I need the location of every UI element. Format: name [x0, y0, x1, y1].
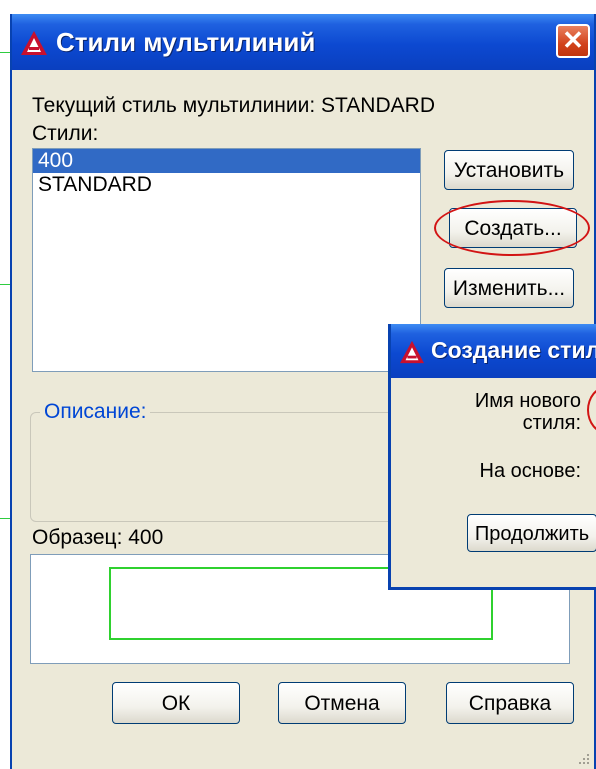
- current-style-label: Текущий стиль мультилинии: STANDARD: [32, 94, 435, 117]
- list-item-400[interactable]: 400: [33, 149, 420, 173]
- set-current-button[interactable]: Установить: [444, 150, 574, 190]
- help-button[interactable]: Справка: [446, 682, 574, 724]
- create-button[interactable]: Создать...: [449, 208, 577, 248]
- ok-button[interactable]: ОК: [112, 682, 240, 724]
- modify-button[interactable]: Изменить...: [444, 268, 574, 308]
- based-on-label: На основе:: [479, 460, 582, 482]
- description-label: Описание:: [40, 400, 151, 424]
- new-style-name-label-line1: Имя нового: [474, 390, 581, 412]
- create-style-dialog: Создание стиля Имя нового стиля: На осно…: [388, 324, 596, 590]
- sub-dialog-title: Создание стиля: [431, 337, 596, 363]
- close-button[interactable]: ✕: [556, 24, 590, 58]
- preview-label: Образец: 400: [32, 526, 164, 549]
- styles-list[interactable]: 400 STANDARD: [32, 148, 421, 372]
- continue-button[interactable]: Продолжить: [467, 514, 596, 552]
- autocad-logo-icon: [21, 31, 47, 55]
- dialog-title: Стили мультилиний: [56, 27, 316, 57]
- list-item-standard[interactable]: STANDARD: [33, 173, 420, 197]
- cancel-button[interactable]: Отмена: [278, 682, 406, 724]
- sub-dialog-titlebar[interactable]: Создание стиля: [391, 324, 596, 378]
- dialog-titlebar[interactable]: Стили мультилиний ✕: [12, 14, 594, 70]
- name-field-highlight: [587, 386, 596, 434]
- new-style-name-label-line2: стиля:: [522, 412, 581, 434]
- close-icon: ✕: [562, 25, 584, 55]
- styles-label: Стили:: [32, 122, 99, 145]
- autocad-logo-icon: [400, 340, 424, 364]
- resize-grip-icon[interactable]: [578, 753, 590, 765]
